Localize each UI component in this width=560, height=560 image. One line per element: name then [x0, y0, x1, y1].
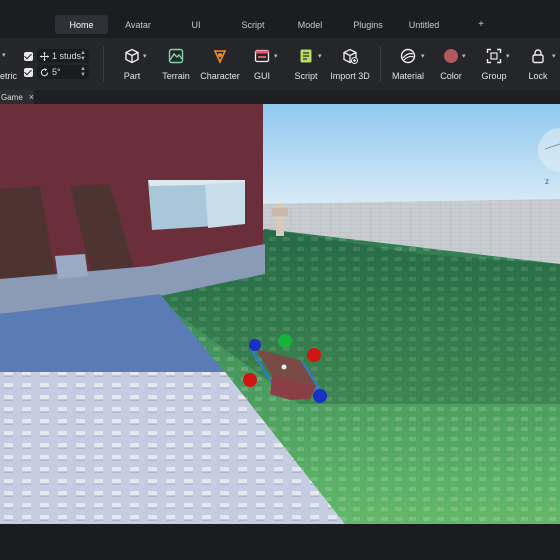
transform-mode-indicator[interactable]: ▾ etric	[0, 38, 18, 90]
terrain-label: Terrain	[162, 71, 190, 81]
x-axis-handle[interactable]	[307, 348, 321, 362]
document-tab-label: Game	[1, 92, 23, 102]
dropdown-caret-icon[interactable]: ▾	[143, 52, 147, 60]
menu-tab-bar: Home Avatar UI Script Model Plugins Unti…	[0, 0, 560, 38]
stepper-icon: ▲ ▼	[80, 50, 86, 62]
dropdown-caret-icon[interactable]: ▾	[421, 52, 425, 60]
tab-ui[interactable]: UI	[180, 15, 212, 34]
script-label: Script	[294, 71, 318, 81]
transform-mode-label: etric	[0, 71, 18, 81]
color-swatch-icon	[444, 49, 458, 63]
move-snap-field[interactable]: 1 studs ▲ ▼	[37, 49, 89, 63]
material-label: Material	[391, 71, 424, 81]
script-button[interactable]: ▾ Script	[282, 38, 330, 90]
color-button[interactable]: ▾ Color	[427, 38, 475, 90]
z-axis-handle-negative[interactable]	[313, 389, 327, 403]
dropdown-caret-icon: ▾	[2, 52, 6, 59]
move-snap-setting: 1 studs ▲ ▼	[24, 49, 89, 63]
gui-button[interactable]: ▾ GUI	[238, 38, 286, 90]
stepper-icon: ▲ ▼	[80, 66, 86, 78]
character-button[interactable]: Character	[196, 38, 244, 90]
character-icon	[213, 50, 227, 64]
lock-button[interactable]: ▾ Lock	[514, 38, 560, 90]
import-3d-icon	[343, 48, 358, 64]
move-snap-checkbox[interactable]	[24, 51, 33, 61]
tab-script[interactable]: Script	[232, 15, 274, 34]
material-icon	[400, 48, 416, 64]
cube-icon	[125, 48, 139, 64]
svg-text:z: z	[545, 177, 549, 186]
tab-avatar[interactable]: Avatar	[113, 15, 163, 34]
scene-render: z	[0, 104, 560, 524]
part-button[interactable]: ▾ Part	[108, 38, 156, 90]
rotate-snap-checkbox[interactable]	[24, 67, 33, 77]
rotate-snap-setting: 5° ▲ ▼	[24, 65, 89, 79]
dropdown-caret-icon[interactable]: ▾	[274, 52, 278, 60]
add-tab-button[interactable]: +	[472, 15, 490, 34]
tab-home[interactable]: Home	[55, 15, 108, 34]
y-axis-handle[interactable]	[278, 334, 292, 348]
document-tab-game[interactable]: Game ×	[0, 90, 34, 104]
group-button[interactable]: ▾ Group	[470, 38, 518, 90]
rotate-snap-value: 5°	[52, 67, 61, 77]
3d-viewport[interactable]: z	[0, 104, 560, 524]
dropdown-caret-icon[interactable]: ▾	[462, 52, 466, 60]
dropdown-caret-icon[interactable]: ▾	[506, 52, 510, 60]
lock-label: Lock	[528, 71, 548, 81]
rotate-icon	[40, 67, 49, 76]
ribbon-toolbar: ▾ etric 1 studs ▲ ▼ 5° ▲ ▼ ▾ Part Terrai…	[0, 38, 560, 90]
document-tab-bar: Game ×	[0, 90, 560, 104]
tab-plugins[interactable]: Plugins	[347, 15, 389, 34]
tab-model[interactable]: Model	[290, 15, 330, 34]
rotate-snap-field[interactable]: 5° ▲ ▼	[37, 65, 89, 79]
group-label: Group	[481, 71, 507, 81]
terrain-button[interactable]: Terrain	[152, 38, 200, 90]
bottom-panel	[0, 524, 560, 560]
color-label: Color	[440, 71, 462, 81]
move-icon	[40, 51, 49, 61]
character-label: Character	[200, 71, 240, 81]
dropdown-caret-icon[interactable]: ▾	[318, 52, 322, 60]
terrain-icon	[168, 48, 184, 64]
material-button[interactable]: ▾ Material	[384, 38, 432, 90]
z-axis-handle[interactable]	[249, 339, 261, 351]
divider	[103, 46, 104, 82]
import-3d-label: Import 3D	[330, 71, 370, 81]
gui-label: GUI	[253, 71, 270, 81]
close-icon[interactable]: ×	[29, 92, 34, 102]
lock-icon	[532, 49, 544, 64]
script-icon	[300, 49, 312, 63]
dropdown-caret-icon[interactable]: ▾	[552, 52, 556, 60]
divider	[380, 46, 381, 82]
part-label: Part	[123, 71, 141, 81]
x-axis-handle-negative[interactable]	[243, 373, 257, 387]
group-icon	[486, 48, 502, 64]
tab-untitled[interactable]: Untitled	[402, 15, 446, 34]
move-snap-value: 1 studs	[52, 51, 82, 61]
import-3d-button[interactable]: Import 3D	[326, 38, 374, 90]
gui-icon	[254, 49, 270, 63]
